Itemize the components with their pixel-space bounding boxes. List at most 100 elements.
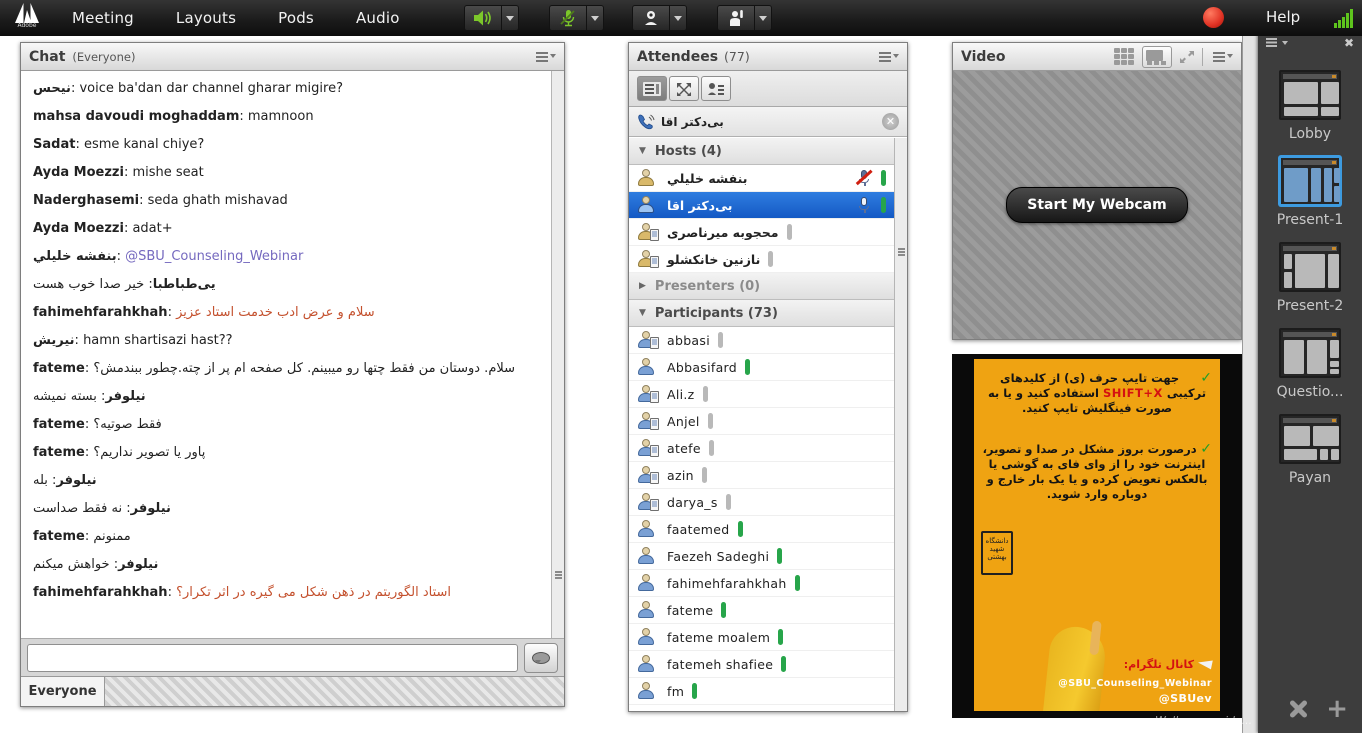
adobe-logo-icon[interactable]: Adobe xyxy=(12,3,42,33)
chat-bubble-icon xyxy=(532,652,550,664)
layouts-close-icon[interactable]: ✖ xyxy=(1344,36,1354,50)
attendee-row[interactable]: fateme moalem xyxy=(629,624,894,651)
layout-scroll-strip[interactable] xyxy=(1242,36,1258,733)
connection-signal-icon[interactable] xyxy=(1334,8,1358,28)
chat-message: fateme: فقط صوتیه؟ xyxy=(33,415,539,434)
layout-thumbnail[interactable] xyxy=(1279,328,1341,378)
phone-badge-icon xyxy=(650,472,659,484)
send-message-button[interactable] xyxy=(524,643,558,673)
layout-tools-icon[interactable] xyxy=(1288,699,1308,719)
attendee-row[interactable]: بی‌دکتر اقا xyxy=(629,192,894,219)
network-status-bar xyxy=(778,629,783,645)
attendee-row[interactable]: abbasi xyxy=(629,327,894,354)
attendee-breakout-view-button[interactable] xyxy=(669,76,699,101)
chat-scrollbar[interactable] xyxy=(551,71,564,638)
layout-item-present-2[interactable]: Present-2 xyxy=(1258,242,1362,314)
raise-hand-button[interactable] xyxy=(717,5,755,31)
chat-title: Chat xyxy=(29,49,65,65)
attendee-row[interactable]: Ali.z xyxy=(629,381,894,408)
layout-thumbnail[interactable] xyxy=(1279,242,1341,292)
telegram-channel-label: کانال تلگرام: xyxy=(1124,658,1212,671)
phone-badge-icon xyxy=(650,229,659,241)
attendee-status-view-button[interactable] xyxy=(701,76,731,101)
dismiss-speaker-bar-button[interactable]: ✕ xyxy=(882,113,899,130)
layout-item-lobby[interactable]: Lobby xyxy=(1258,70,1362,142)
layout-item-payan[interactable]: Payan xyxy=(1258,414,1362,486)
layout-thumbnail[interactable] xyxy=(1279,414,1341,464)
layout-item-questions[interactable]: Questio... xyxy=(1258,328,1362,400)
attendee-row[interactable]: Abbasifard xyxy=(629,354,894,381)
chat-message: mahsa davoudi moghaddam: mamnoon xyxy=(33,107,539,126)
attendee-row[interactable]: fateme xyxy=(629,597,894,624)
menu-audio[interactable]: Audio xyxy=(344,9,412,27)
attendee-row[interactable]: Anjel xyxy=(629,408,894,435)
layout-thumbnail-selected[interactable] xyxy=(1279,156,1341,206)
hosts-section-header[interactable]: ▼ Hosts (4) xyxy=(629,138,894,165)
speaker-button[interactable] xyxy=(464,5,502,31)
webcam-button[interactable] xyxy=(632,5,670,31)
attendee-row[interactable]: نازنین خانکشلو xyxy=(629,246,894,273)
attendee-row[interactable]: azin xyxy=(629,462,894,489)
network-status-bar xyxy=(702,467,707,483)
speaker-dropdown[interactable] xyxy=(502,5,519,31)
chat-message: نیریش: hamn shartisazi hast?? xyxy=(33,331,539,350)
attendee-row[interactable]: محجوبه میرناصری xyxy=(629,219,894,246)
help-menu[interactable]: Help xyxy=(1266,8,1300,26)
chat-scope: (Everyone) xyxy=(72,50,135,64)
attendee-row[interactable]: Faezeh Sadeghi xyxy=(629,543,894,570)
menu-meeting[interactable]: Meeting xyxy=(60,9,146,27)
participants-section-header[interactable]: ▼ Participants (73) xyxy=(629,300,894,327)
add-layout-icon[interactable]: + xyxy=(1326,699,1348,719)
attendee-row[interactable]: atefe xyxy=(629,435,894,462)
tab-everyone[interactable]: Everyone xyxy=(21,677,105,706)
chat-pod-header: Chat (Everyone) xyxy=(21,43,564,71)
collapse-triangle-icon: ▶ xyxy=(639,281,646,291)
active-speaker-bar: بی‌دکتر اقا ✕ xyxy=(629,107,907,137)
menu-layouts[interactable]: Layouts xyxy=(164,9,248,27)
layout-item-present-1[interactable]: Present-1 xyxy=(1258,156,1362,228)
network-status-bar xyxy=(708,413,713,429)
microphone-button[interactable] xyxy=(549,5,587,31)
speaker-icon xyxy=(473,9,493,27)
sidebar-tools: + xyxy=(1258,697,1362,721)
attendee-row[interactable]: darya_s xyxy=(629,489,894,516)
chat-pod-menu-icon[interactable] xyxy=(534,49,556,65)
video-grid-view-icon[interactable] xyxy=(1114,48,1136,66)
chat-message: نیلوفر: خواهش میکنم xyxy=(33,555,539,574)
layouts-menu-icon[interactable] xyxy=(1266,37,1282,49)
raise-hand-dropdown[interactable] xyxy=(755,5,772,31)
microphone-dropdown[interactable] xyxy=(587,5,604,31)
checkmark-icon: ✓ xyxy=(1200,442,1212,457)
telegram-handle-1: @SBU_Counseling_Webinar xyxy=(1058,678,1212,689)
attendee-row[interactable]: fatemeh shafiee xyxy=(629,651,894,678)
attendee-role-icon xyxy=(637,439,657,457)
attendees-scrollbar[interactable] xyxy=(894,138,907,711)
chat-message-input[interactable] xyxy=(27,644,518,672)
attendee-row[interactable]: faatemed xyxy=(629,516,894,543)
layout-thumbnail[interactable] xyxy=(1279,70,1341,120)
attendee-list-view-button[interactable] xyxy=(637,76,667,101)
attendees-pod-menu-icon[interactable] xyxy=(877,49,899,65)
phone-badge-icon xyxy=(650,418,659,430)
attendee-row[interactable]: fahimehfarahkhah xyxy=(629,570,894,597)
webcam-dropdown[interactable] xyxy=(670,5,687,31)
attendee-row[interactable]: بنفشه خليلي xyxy=(629,165,894,192)
video-filmstrip-view-icon[interactable] xyxy=(1142,46,1172,68)
attendee-role-icon xyxy=(637,331,657,349)
network-status-bar xyxy=(777,548,782,564)
attendee-row[interactable]: fm xyxy=(629,678,894,705)
recording-indicator xyxy=(1203,7,1224,28)
phone-badge-icon xyxy=(650,445,659,457)
attendee-role-icon xyxy=(637,628,657,646)
pointing-hand-graphic xyxy=(1029,593,1125,711)
presenters-section-header[interactable]: ▶ Presenters (0) xyxy=(629,273,894,300)
layouts-sidebar: ✖ Lobby Present-1 xyxy=(1258,30,1362,733)
video-fullscreen-icon[interactable] xyxy=(1178,49,1196,65)
attendee-role-icon xyxy=(637,493,657,511)
menu-pods[interactable]: Pods xyxy=(266,9,326,27)
attendee-role-icon xyxy=(637,466,657,484)
mic-status-icon xyxy=(855,196,873,214)
telephone-icon xyxy=(637,113,655,131)
video-pod-menu-icon[interactable] xyxy=(1211,49,1233,65)
start-webcam-button[interactable]: Start My Webcam xyxy=(1006,187,1187,223)
